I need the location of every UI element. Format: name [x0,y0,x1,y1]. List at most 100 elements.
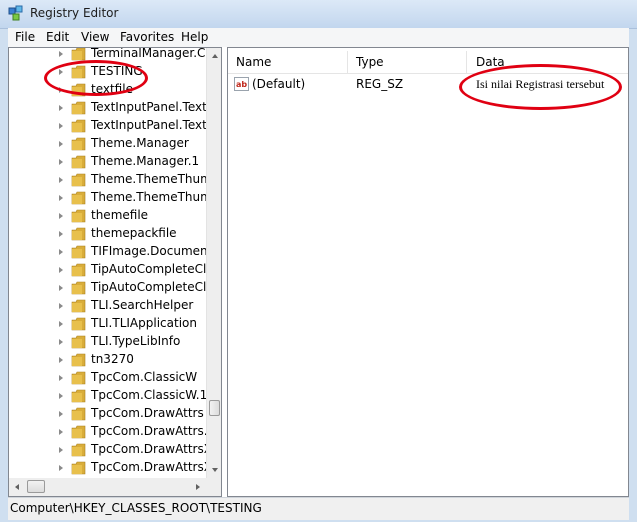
client-area: TerminalManager.Cla TESTING textfile TextIn… [8,47,629,497]
tree-item-label: TLI.TypeLibInfo [91,334,181,348]
tree-item[interactable]: TpcCom.DrawAttrs [9,405,206,423]
tree-item[interactable]: Theme.Manager [9,135,206,153]
expand-arrow-icon[interactable] [59,303,63,309]
expand-arrow-icon[interactable] [59,375,63,381]
folder-icon [71,353,86,367]
scroll-right-icon [196,484,200,490]
folder-icon [71,299,86,313]
tree-item-label: themepackfile [91,226,177,240]
tree-item[interactable]: TIFImage.Document [9,243,206,261]
tree-item[interactable]: TextInputPanel.TextIn [9,117,206,135]
status-bar: Computer\HKEY_CLASSES_ROOT\TESTING [8,497,629,520]
tree-item-label: TpcCom.DrawAttrsXP [91,460,206,474]
tree-item[interactable]: Theme.ThemeThumb [9,171,206,189]
expand-arrow-icon[interactable] [59,393,63,399]
folder-icon [71,461,86,475]
folder-icon [71,281,86,295]
key-tree[interactable]: TerminalManager.Cla TESTING textfile TextIn… [8,47,222,497]
expand-arrow-icon[interactable] [59,123,63,129]
scroll-down-icon [212,468,218,472]
column-divider[interactable] [466,51,467,73]
menu-favorites[interactable]: Favorites [118,30,176,44]
expand-arrow-icon[interactable] [59,159,63,165]
column-divider[interactable] [347,51,348,73]
expand-arrow-icon[interactable] [59,231,63,237]
tree-item-label: themefile [91,208,149,222]
column-name[interactable]: Name [236,55,271,69]
tree-item[interactable]: TpcCom.ClassicW [9,369,206,387]
tree-item-label: Theme.Manager.1 [91,154,200,168]
tree-item[interactable]: TextInputPanel.TextIn [9,99,206,117]
tree-item[interactable]: TLI.TypeLibInfo [9,333,206,351]
tree-item-label: TpcCom.ClassicW.1 [91,388,206,402]
tree-hscroll-thumb[interactable] [27,480,45,493]
expand-arrow-icon[interactable] [59,195,63,201]
registry-editor-window: Registry Editor File Edit View Favorites… [0,0,637,522]
folder-icon [71,389,86,403]
expand-arrow-icon[interactable] [59,141,63,147]
expand-arrow-icon[interactable] [59,339,63,345]
tree-item[interactable]: Theme.ThemeThumb [9,189,206,207]
folder-icon [71,317,86,331]
expand-arrow-icon[interactable] [59,411,63,417]
window-title: Registry Editor [30,6,119,20]
tree-item[interactable]: themefile [9,207,206,225]
expand-arrow-icon[interactable] [59,249,63,255]
tree-item[interactable]: TLI.SearchHelper [9,297,206,315]
folder-icon [71,425,86,439]
tree-item[interactable]: TpcCom.DrawAttrsXP [9,441,206,459]
scroll-up-icon [212,54,218,58]
tree-scroll-thumb[interactable] [209,400,220,416]
expand-arrow-icon[interactable] [59,357,63,363]
tree-item[interactable]: themepackfile [9,225,206,243]
folder-icon [71,119,86,133]
scroll-right-arrow[interactable] [190,479,206,495]
expand-arrow-icon[interactable] [59,465,63,471]
values-list[interactable]: Name Type Data ab (Default) REG_SZ Isi n… [227,47,629,497]
expand-arrow-icon[interactable] [59,429,63,435]
tree-item-label: TipAutoCompleteClie [91,280,206,294]
expand-arrow-icon[interactable] [59,321,63,327]
expand-arrow-icon[interactable] [59,447,63,453]
column-type[interactable]: Type [356,55,384,69]
tree-item[interactable]: Theme.Manager.1 [9,153,206,171]
title-bar[interactable]: Registry Editor [0,0,637,29]
tree-item[interactable]: tn3270 [9,351,206,369]
folder-icon [71,443,86,457]
expand-arrow-icon[interactable] [59,285,63,291]
tree-item[interactable]: TLI.TLIApplication [9,315,206,333]
tree-item-label: TLI.TLIApplication [91,316,197,330]
annotation-circle-testing [44,60,148,96]
scroll-left-arrow[interactable] [9,479,25,495]
menu-edit[interactable]: Edit [44,30,71,44]
expand-arrow-icon[interactable] [59,213,63,219]
scroll-left-icon [15,484,19,490]
value-type: REG_SZ [356,77,404,91]
scroll-down-arrow[interactable] [207,462,221,478]
menu-help[interactable]: Help [179,30,210,44]
tree-item[interactable]: TipAutoCompleteClie [9,261,206,279]
folder-icon [71,191,86,205]
expand-arrow-icon[interactable] [59,267,63,273]
folder-icon [71,407,86,421]
tree-item-label: TpcCom.DrawAttrs [91,406,204,420]
tree-item-label: TextInputPanel.TextIn [91,100,206,114]
expand-arrow-icon[interactable] [59,177,63,183]
registry-editor-icon [8,5,23,21]
key-tree-items: TerminalManager.Cla TESTING textfile TextIn… [9,48,206,478]
tree-horizontal-scrollbar[interactable] [9,478,206,496]
tree-item[interactable]: TpcCom.DrawAttrs.1 [9,423,206,441]
tree-item-label: TLI.SearchHelper [91,298,194,312]
menu-file[interactable]: File [13,30,37,44]
scroll-up-arrow[interactable] [207,48,221,64]
expand-arrow-icon[interactable] [59,105,63,111]
tree-item[interactable]: TipAutoCompleteClie [9,279,206,297]
tree-item[interactable]: TpcCom.ClassicW.1 [9,387,206,405]
folder-icon [71,245,86,259]
folder-icon [71,371,86,385]
tree-vertical-scrollbar[interactable] [206,48,221,478]
tree-item-label: TerminalManager.Cla [91,48,206,60]
menu-view[interactable]: View [79,30,111,44]
tree-item[interactable]: TpcCom.DrawAttrsXP [9,459,206,477]
expand-arrow-icon[interactable] [59,51,63,57]
